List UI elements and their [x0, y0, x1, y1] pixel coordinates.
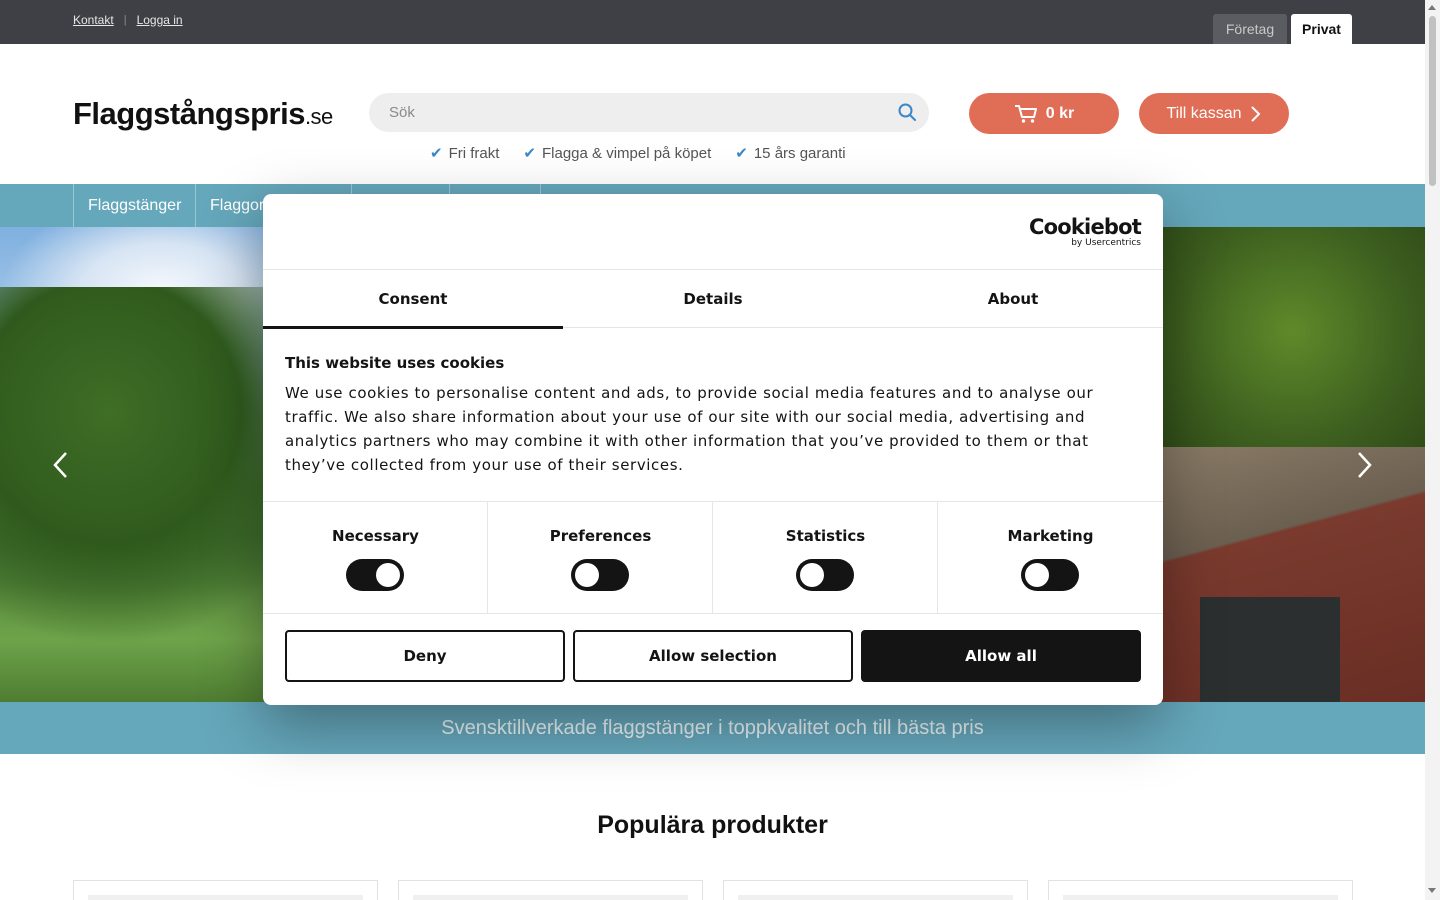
- chevron-right-icon: [1358, 452, 1372, 478]
- usp-item: ✔ Flagga & vimpel på köpet: [523, 145, 712, 162]
- allow-selection-button[interactable]: Allow selection: [573, 630, 853, 682]
- category-statistics: Statistics: [713, 502, 938, 614]
- toggle-statistics[interactable]: [796, 559, 854, 591]
- site-logo[interactable]: Flaggstångspris.se: [73, 96, 333, 132]
- product-image: [738, 895, 1013, 900]
- category-label: Necessary: [332, 527, 419, 545]
- top-links: Kontakt | Logga in: [73, 13, 183, 27]
- usp-list: ✔ Fri frakt ✔ Flagga & vimpel på köpet ✔ 15…: [430, 144, 846, 162]
- login-link[interactable]: Logga in: [137, 13, 183, 27]
- search-input[interactable]: Sök: [389, 104, 415, 121]
- dialog-text: We use cookies to personalise content an…: [285, 384, 1094, 474]
- search-icon[interactable]: [897, 102, 917, 122]
- brand-sub: by Usercentrics: [1071, 238, 1141, 248]
- toggle-knob: [575, 563, 599, 587]
- usp-item: ✔ 15 års garanti: [735, 145, 846, 162]
- category-marketing: Marketing: [938, 502, 1163, 614]
- scroll-up-arrow[interactable]: [1428, 5, 1436, 10]
- cookiebot-logo: Cookiebot by Usercentrics: [1029, 215, 1142, 248]
- category-label: Statistics: [785, 527, 866, 545]
- section-title: Populära produkter: [597, 811, 828, 839]
- slider-prev-button[interactable]: [45, 445, 75, 485]
- contact-link[interactable]: Kontakt: [73, 13, 114, 27]
- category-necessary: Necessary: [263, 502, 488, 614]
- tab-company[interactable]: Företag: [1213, 14, 1287, 44]
- chevron-right-icon: [1251, 105, 1261, 122]
- scroll-thumb[interactable]: [1429, 16, 1436, 186]
- category-label: Preferences: [549, 527, 652, 545]
- checkout-button[interactable]: Till kassan: [1139, 93, 1289, 134]
- check-icon: ✔: [430, 145, 443, 162]
- dialog-actions: Deny Allow selection Allow all: [285, 630, 1141, 682]
- product-image: [1063, 895, 1338, 900]
- product-card[interactable]: [723, 880, 1028, 900]
- page-scrollbar[interactable]: [1425, 0, 1440, 900]
- toggle-knob: [1025, 563, 1049, 587]
- product-card[interactable]: [1048, 880, 1353, 900]
- deny-button[interactable]: Deny: [285, 630, 565, 682]
- top-bar: Kontakt | Logga in Företag Privat: [0, 0, 1425, 44]
- nav-item-flagpoles[interactable]: Flaggstänger: [73, 184, 195, 227]
- brand-name: Cookiebot: [1029, 215, 1142, 239]
- tab-about[interactable]: About: [863, 270, 1163, 328]
- scroll-down-arrow[interactable]: [1428, 888, 1436, 893]
- slider-next-button[interactable]: [1350, 445, 1380, 485]
- tab-private[interactable]: Privat: [1291, 14, 1352, 44]
- category-preferences: Preferences: [488, 502, 713, 614]
- hero-banner: Svensktillverkade flaggstänger i toppkva…: [0, 702, 1425, 754]
- cookie-consent-dialog: Cookiebot by Usercentrics Consent Detail…: [263, 194, 1163, 705]
- cart-total: 0 kr: [1045, 104, 1075, 122]
- toggle-knob: [800, 563, 824, 587]
- product-image: [88, 895, 363, 900]
- consent-categories: Necessary Preferences Statistics Marketi…: [263, 501, 1163, 614]
- cart-button[interactable]: 0 kr: [969, 93, 1119, 134]
- cart-icon: [1014, 104, 1037, 123]
- toggle-marketing[interactable]: [1021, 559, 1079, 591]
- divider: |: [123, 14, 127, 26]
- chevron-left-icon: [53, 452, 67, 478]
- dialog-header: Cookiebot by Usercentrics: [263, 194, 1163, 270]
- hero-image-trees: [0, 287, 270, 702]
- dialog-tabs: Consent Details About: [263, 270, 1163, 329]
- logo-tld: .se: [304, 104, 333, 129]
- search-field[interactable]: Sök: [369, 93, 929, 132]
- product-image: [413, 895, 688, 900]
- toggle-necessary[interactable]: [346, 559, 404, 591]
- toggle-knob: [376, 563, 400, 587]
- toggle-preferences[interactable]: [571, 559, 629, 591]
- tab-details[interactable]: Details: [563, 270, 863, 328]
- check-icon: ✔: [735, 145, 748, 162]
- tab-consent[interactable]: Consent: [263, 270, 563, 329]
- usp-item: ✔ Fri frakt: [430, 145, 500, 162]
- hero-image-door: [1200, 597, 1340, 702]
- allow-all-button[interactable]: Allow all: [861, 630, 1141, 682]
- logo-text: Flaggstångspris: [73, 96, 305, 131]
- product-card[interactable]: [398, 880, 703, 900]
- dialog-title: This website uses cookies: [285, 354, 505, 372]
- product-card[interactable]: [73, 880, 378, 900]
- check-icon: ✔: [523, 145, 536, 162]
- checkout-label: Till kassan: [1166, 104, 1242, 122]
- category-label: Marketing: [1007, 527, 1094, 545]
